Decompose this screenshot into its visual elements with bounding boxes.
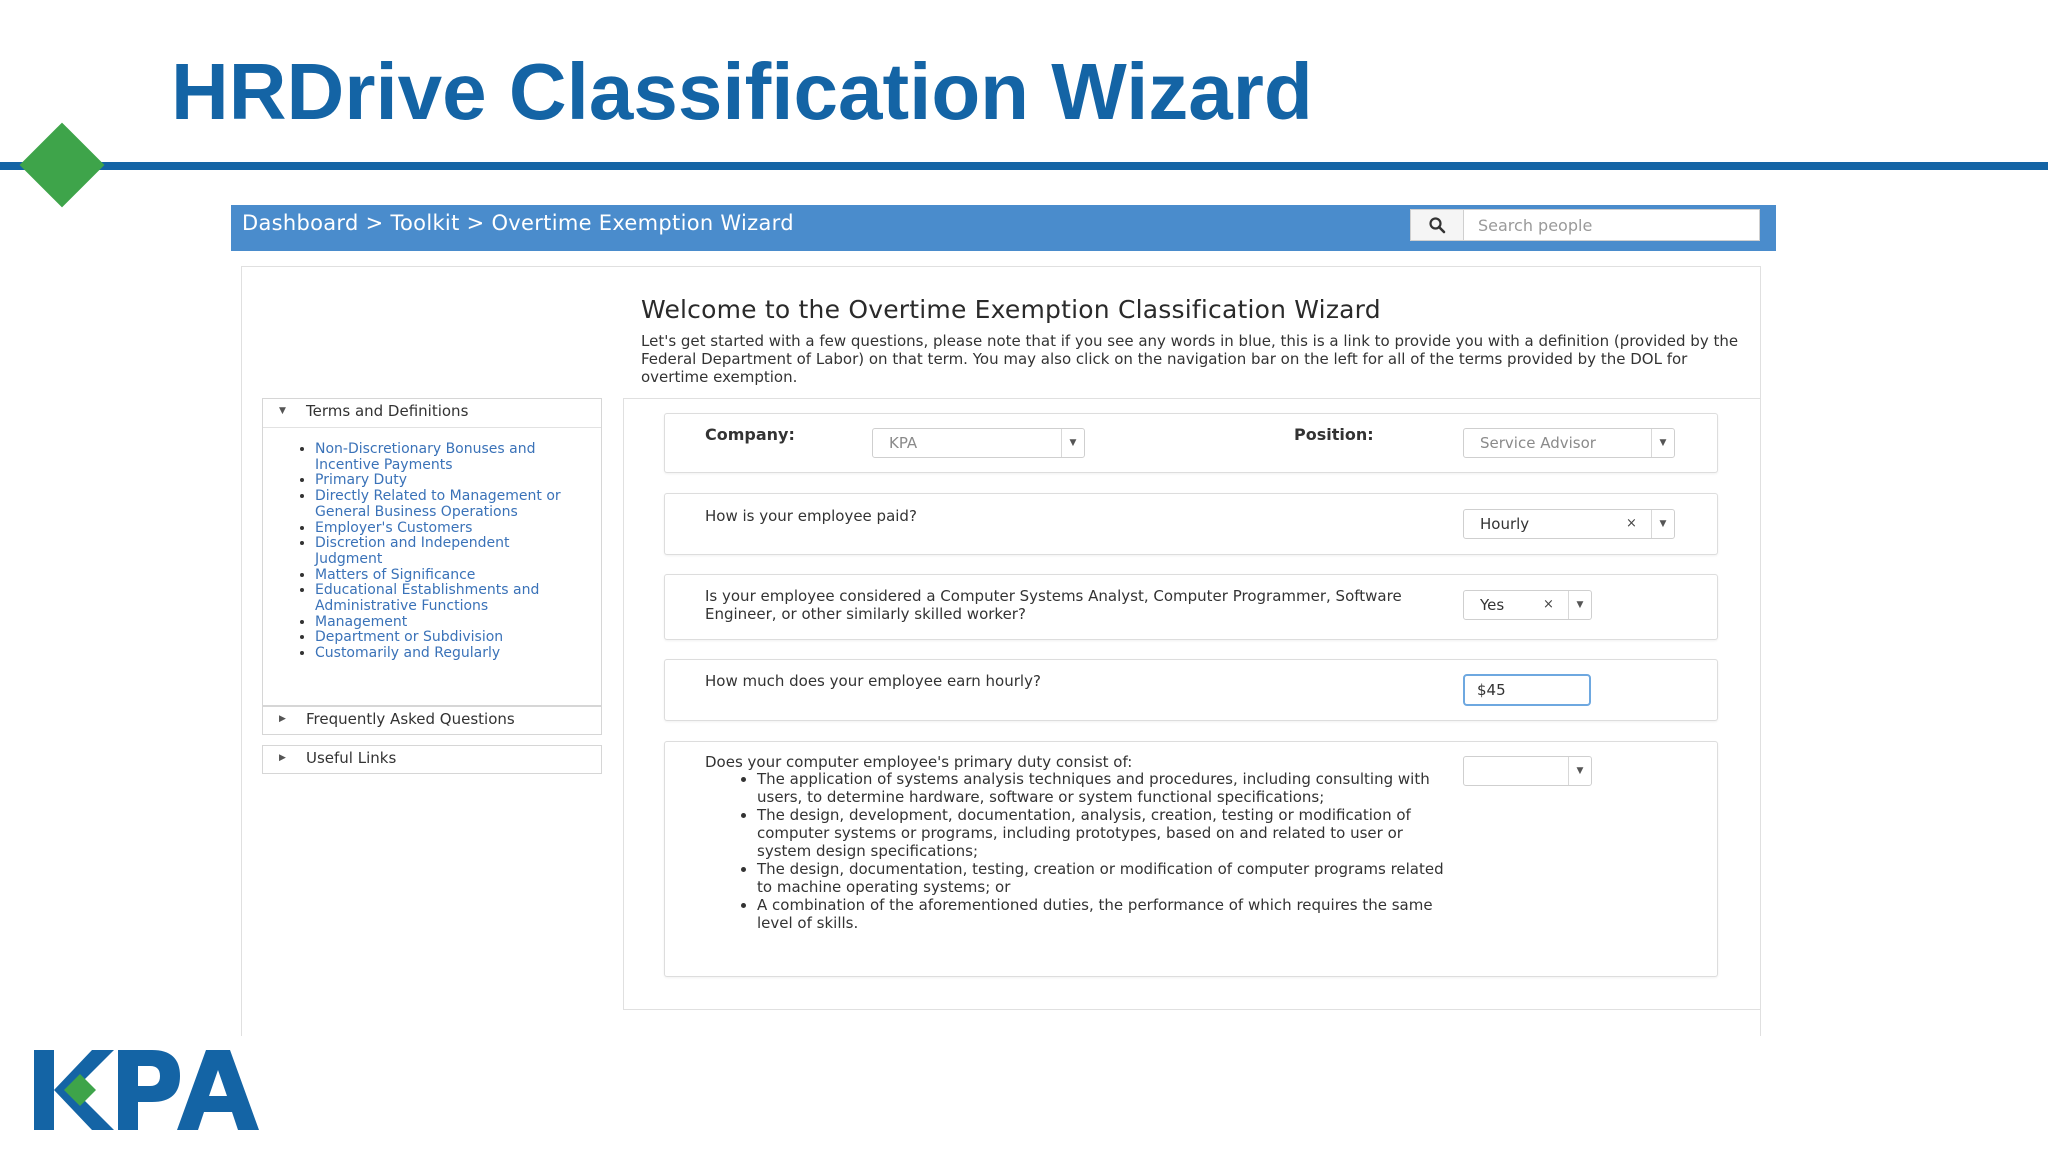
chevron-down-icon[interactable]: ▼ [1568,757,1591,785]
term-link[interactable]: Discretion and Independent Judgment [315,535,565,567]
useful-links-accordion[interactable]: ▶ Useful Links [262,745,602,774]
hourly-earnings-question: How much does your employee earn hourly? [705,672,1041,690]
term-link[interactable]: Directly Related to Management or Genera… [315,488,565,520]
chevron-down-icon[interactable]: ▼ [1568,591,1591,619]
breadcrumb[interactable]: Dashboard > Toolkit > Overtime Exemption… [242,205,794,241]
term-link[interactable]: Employer's Customers [315,520,565,537]
terms-header-label: Terms and Definitions [306,402,469,420]
position-select[interactable]: Service Advisor ▼ [1463,428,1675,458]
position-select-value: Service Advisor [1480,434,1596,452]
search-icon [1429,217,1446,234]
pay-type-select-value: Hourly [1480,515,1530,533]
duty-item: The design, documentation, testing, crea… [757,860,1457,896]
chevron-down-icon[interactable]: ▼ [1651,429,1674,457]
caret-right-icon: ▶ [279,714,286,724]
pay-type-select[interactable]: Hourly × ▼ [1463,509,1675,539]
faq-accordion-header[interactable]: ▶ Frequently Asked Questions [263,707,601,735]
search-button[interactable] [1411,210,1464,240]
primary-duty-select[interactable]: ▼ [1463,756,1592,786]
welcome-intro: Let's get started with a few questions, … [641,332,1739,386]
term-link[interactable]: Matters of Significance [315,567,565,584]
green-diamond-decoration [19,122,105,208]
app-navbar: Dashboard > Toolkit > Overtime Exemption… [231,205,1776,251]
faq-accordion[interactable]: ▶ Frequently Asked Questions [262,706,602,735]
duty-item: The design, development, documentation, … [757,806,1457,860]
primary-duty-question: Does your computer employee's primary du… [705,753,1133,771]
faq-header-label: Frequently Asked Questions [306,710,515,728]
pay-type-question: How is your employee paid? [705,507,917,525]
search-people-group [1410,209,1760,241]
useful-links-header-label: Useful Links [306,749,397,767]
computer-worker-select[interactable]: Yes × ▼ [1463,590,1592,620]
computer-worker-select-value: Yes [1480,596,1505,614]
term-link[interactable]: Management [315,614,565,631]
kpa-logo [34,1050,259,1130]
chevron-down-icon[interactable]: ▼ [1651,510,1674,538]
welcome-title: Welcome to the Overtime Exemption Classi… [641,295,1381,324]
term-link[interactable]: Educational Establishments and Administr… [315,582,565,614]
term-link[interactable]: Department or Subdivision [315,630,565,646]
company-select-value: KPA [889,434,918,452]
term-link[interactable]: Primary Duty [315,473,565,489]
terms-accordion: ▼ Terms and Definitions Non-Discretionar… [262,398,602,706]
slide-title: HRDrive Classification Wizard [171,47,1313,136]
clear-icon[interactable]: × [1543,591,1554,619]
caret-right-icon: ▶ [279,753,286,763]
position-label: Position: [1294,425,1374,444]
chevron-down-icon[interactable]: ▼ [1061,429,1084,457]
clear-icon[interactable]: × [1626,510,1637,538]
term-link[interactable]: Customarily and Regularly [315,645,565,662]
duty-item: The application of systems analysis tech… [757,770,1457,806]
duty-item: A combination of the aforementioned duti… [757,896,1457,932]
caret-down-icon: ▼ [279,406,286,416]
company-label: Company: [705,425,795,444]
term-link[interactable]: Non-Discretionary Bonuses and Incentive … [315,441,565,473]
terms-accordion-header[interactable]: ▼ Terms and Definitions [263,399,601,428]
company-select[interactable]: KPA ▼ [872,428,1085,458]
useful-links-accordion-header[interactable]: ▶ Useful Links [263,746,601,774]
search-people-input[interactable] [1464,210,1759,240]
primary-duty-list: The application of systems analysis tech… [733,770,1457,932]
terms-list: Non-Discretionary Bonuses and Incentive … [263,441,601,662]
title-underline [0,162,2048,170]
hourly-earnings-input[interactable] [1463,674,1591,706]
computer-worker-question: Is your employee considered a Computer S… [705,587,1402,623]
